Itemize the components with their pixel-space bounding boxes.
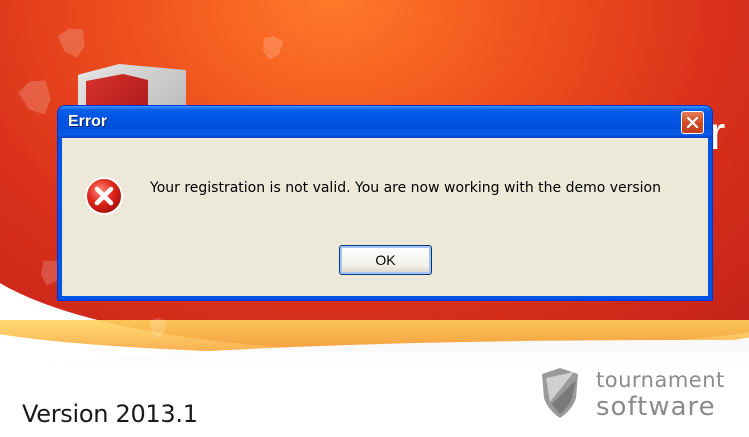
tournament-software-logo-icon <box>542 368 578 418</box>
close-button[interactable] <box>681 111 704 134</box>
error-dialog: Error Your registration is not valid. Yo… <box>58 106 712 300</box>
error-icon <box>85 177 123 215</box>
dialog-body: Your registration is not valid. You are … <box>62 138 708 296</box>
brand-text: tournament software <box>596 368 725 422</box>
version-label: Version 2013.1 <box>22 400 198 428</box>
error-message: Your registration is not valid. You are … <box>150 180 661 196</box>
splash-title-fragment: r <box>710 107 726 159</box>
brand-line-tournament: tournament <box>596 368 725 392</box>
close-icon <box>686 116 699 129</box>
brand-line-software: software <box>596 392 716 422</box>
ok-button[interactable]: OK <box>339 245 432 275</box>
dialog-title: Error <box>68 113 108 130</box>
dialog-titlebar[interactable]: Error <box>58 106 712 138</box>
